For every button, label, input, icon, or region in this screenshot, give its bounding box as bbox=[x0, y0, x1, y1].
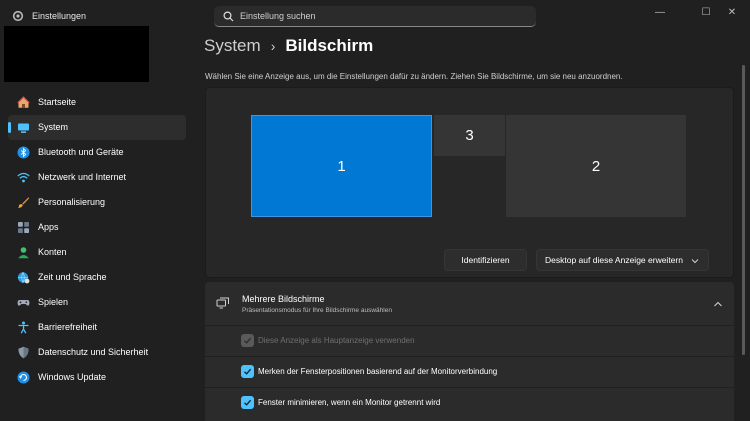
breadcrumb-parent-link[interactable]: System bbox=[204, 36, 261, 56]
maximize-icon: ☐ bbox=[701, 6, 711, 18]
account-profile-area[interactable] bbox=[4, 26, 149, 82]
sidebar-item-netzwerk[interactable]: Netzwerk und Internet bbox=[8, 165, 186, 190]
checkmark-icon bbox=[244, 399, 252, 406]
wifi-icon bbox=[17, 172, 30, 183]
sidebar-item-label: Datenschutz und Sicherheit bbox=[38, 347, 149, 357]
sidebar-item-personalisierung[interactable]: Personalisierung bbox=[8, 190, 186, 215]
accessibility-icon bbox=[18, 321, 29, 334]
multiple-displays-title: Mehrere Bildschirme bbox=[242, 294, 325, 304]
arrangement-description: Wählen Sie eine Anzeige aus, um die Eins… bbox=[205, 72, 623, 81]
minimize-windows-label: Fenster minimieren, wenn ein Monitor get… bbox=[258, 398, 441, 407]
search-input[interactable] bbox=[240, 8, 520, 24]
page-title: Bildschirm bbox=[285, 36, 374, 55]
sidebar-item-label: System bbox=[38, 122, 69, 132]
remember-positions-checkbox[interactable] bbox=[241, 365, 254, 378]
sidebar-item-startseite[interactable]: Startseite bbox=[8, 90, 186, 115]
sidebar-item-label: Netzwerk und Internet bbox=[38, 172, 127, 182]
sidebar-item-konten[interactable]: Konten bbox=[8, 240, 186, 265]
window-title: Einstellungen bbox=[32, 11, 87, 21]
monitor-2[interactable]: 2 bbox=[506, 115, 686, 217]
multiple-displays-header[interactable]: Mehrere Bildschirme Präsentationsmodus f… bbox=[205, 282, 734, 325]
close-button[interactable]: ✕ bbox=[712, 0, 750, 24]
sidebar-item-label: Bluetooth und Geräte bbox=[38, 147, 124, 157]
search-box[interactable] bbox=[214, 6, 536, 27]
option-row-main-display: Diese Anzeige als Hauptanzeige verwenden bbox=[205, 326, 734, 356]
apps-icon bbox=[18, 222, 29, 233]
multiple-displays-subtitle: Präsentationsmodus für Ihre Bildschirme … bbox=[242, 307, 392, 314]
system-monitor-icon bbox=[18, 123, 29, 133]
remember-positions-label: Merken der Fensterpositionen basierend a… bbox=[258, 367, 498, 376]
minimize-windows-checkbox[interactable] bbox=[241, 396, 254, 409]
monitor-number: 2 bbox=[591, 157, 601, 175]
sidebar-item-label: Startseite bbox=[38, 97, 77, 107]
breadcrumb-chevron-icon: › bbox=[270, 38, 276, 54]
sidebar-item-windows-update[interactable]: Windows Update bbox=[8, 365, 186, 390]
sidebar-item-label: Zeit und Sprache bbox=[38, 272, 107, 282]
sidebar-item-system[interactable]: System bbox=[8, 115, 186, 140]
breadcrumb: System › Bildschirm bbox=[204, 36, 373, 56]
close-icon: ✕ bbox=[727, 6, 737, 18]
sidebar-item-spielen[interactable]: Spielen bbox=[8, 290, 186, 315]
chevron-up-icon[interactable] bbox=[713, 299, 723, 309]
brush-icon bbox=[18, 197, 30, 208]
sidebar-item-label: Konten bbox=[38, 247, 67, 257]
settings-app-icon bbox=[12, 10, 24, 22]
identify-button[interactable]: Identifizieren bbox=[444, 249, 527, 271]
display-arrangement-panel: 1 3 2 Identifizieren Desktop auf diese A… bbox=[205, 87, 734, 278]
sidebar-item-apps[interactable]: Apps bbox=[8, 215, 186, 240]
sidebar-item-label: Spielen bbox=[38, 297, 69, 307]
shield-icon bbox=[18, 346, 29, 359]
monitor-3[interactable]: 3 bbox=[434, 115, 505, 156]
option-row-remember-positions: Merken der Fensterpositionen basierend a… bbox=[205, 357, 734, 387]
sidebar-item-label: Barrierefreiheit bbox=[38, 322, 98, 332]
gamepad-icon bbox=[17, 300, 30, 306]
sidebar-item-bluetooth[interactable]: Bluetooth und Geräte bbox=[8, 140, 186, 165]
main-display-checkbox[interactable] bbox=[241, 334, 254, 347]
sidebar-item-label: Apps bbox=[38, 222, 59, 232]
search-icon bbox=[223, 11, 234, 22]
checkmark-icon bbox=[244, 337, 252, 344]
option-row-minimize-windows: Fenster minimieren, wenn ein Monitor get… bbox=[205, 388, 734, 421]
sidebar-item-zeit-und-sprache[interactable]: Zeit und Sprache bbox=[8, 265, 186, 290]
minimize-button[interactable]: — bbox=[640, 0, 680, 24]
bluetooth-icon bbox=[17, 146, 30, 159]
checkmark-icon bbox=[244, 368, 252, 375]
monitor-number: 1 bbox=[337, 157, 346, 175]
monitor-number: 3 bbox=[465, 127, 474, 144]
sidebar-item-datenschutz[interactable]: Datenschutz und Sicherheit bbox=[8, 340, 186, 365]
globe-clock-icon bbox=[17, 272, 30, 284]
minimize-icon: — bbox=[655, 6, 665, 18]
chevron-down-icon bbox=[691, 259, 699, 264]
identify-button-label: Identifizieren bbox=[461, 255, 510, 265]
multiple-displays-icon bbox=[216, 297, 229, 309]
sidebar-item-label: Personalisierung bbox=[38, 197, 106, 207]
sidebar-item-label: Windows Update bbox=[38, 372, 107, 382]
update-icon bbox=[17, 371, 30, 384]
monitor-1[interactable]: 1 bbox=[251, 115, 432, 217]
display-mode-selected: Desktop auf diese Anzeige erweitern bbox=[545, 255, 683, 265]
sidebar-item-barrierefreiheit[interactable]: Barrierefreiheit bbox=[8, 315, 186, 340]
home-icon bbox=[17, 96, 30, 108]
account-icon bbox=[18, 247, 29, 259]
sidebar-nav: Startseite System Bluetooth und Geräte N… bbox=[8, 90, 186, 390]
main-display-label: Diese Anzeige als Hauptanzeige verwenden bbox=[258, 336, 415, 345]
display-mode-dropdown[interactable]: Desktop auf diese Anzeige erweitern bbox=[536, 249, 709, 271]
content-scrollbar[interactable] bbox=[742, 65, 745, 355]
